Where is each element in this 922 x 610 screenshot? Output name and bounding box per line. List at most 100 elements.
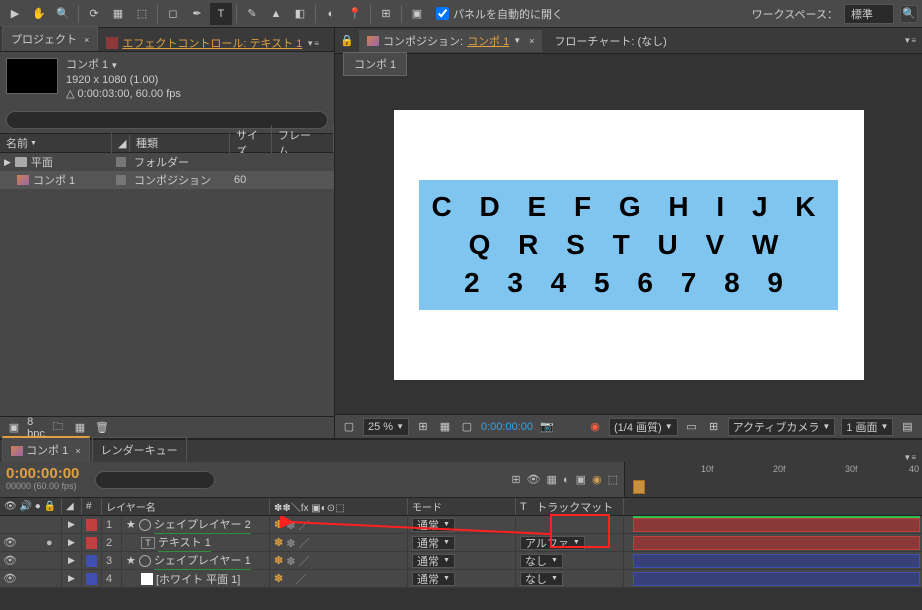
viewer-time[interactable]: 0:00:00:00 bbox=[481, 421, 533, 433]
layer-bar[interactable] bbox=[633, 518, 920, 532]
trackmatte-dropdown[interactable]: アルファ▼ bbox=[520, 536, 585, 550]
bpc-toggle[interactable]: 8 bpc bbox=[28, 421, 44, 435]
tab-project[interactable]: プロジェクト × bbox=[2, 26, 98, 51]
clone-tool-icon[interactable]: ▲ bbox=[265, 3, 287, 25]
auto-open-panel-checkbox[interactable]: パネルを自動的に開く bbox=[436, 6, 563, 22]
dropdown-arrow-icon[interactable]: ▼≡ bbox=[306, 39, 319, 48]
label-color[interactable] bbox=[86, 573, 97, 585]
trackmatte-dropdown[interactable]: なし▼ bbox=[520, 572, 563, 586]
tab-composition[interactable]: コンポジション: コンポ 1 ▼ × bbox=[359, 30, 542, 52]
always-preview-icon[interactable]: ▢ bbox=[341, 420, 357, 434]
panel-menu-icon[interactable]: ▼≡ bbox=[903, 36, 916, 45]
label-color[interactable] bbox=[86, 519, 97, 531]
close-icon[interactable]: × bbox=[84, 35, 89, 45]
graphed-icon[interactable]: ▣ bbox=[576, 473, 586, 486]
hand-tool-icon[interactable]: ✋ bbox=[28, 3, 50, 25]
trash-icon[interactable]: 🗑 bbox=[94, 421, 110, 435]
clipboard-icon[interactable]: ▣ bbox=[406, 3, 428, 25]
col-label[interactable]: ◢ bbox=[112, 135, 130, 152]
subtab-comp[interactable]: コンポ 1 bbox=[343, 52, 407, 76]
new-comp-icon[interactable]: ▦ bbox=[72, 421, 88, 435]
expand-icon[interactable]: ▶ bbox=[68, 573, 75, 584]
layer-bar[interactable] bbox=[633, 536, 920, 550]
trackmatte-dropdown[interactable]: なし▼ bbox=[520, 554, 563, 568]
project-item-comp[interactable]: コンポ 1 コンポジション 60 bbox=[0, 171, 334, 189]
av-switches[interactable]: 👁 bbox=[0, 552, 62, 569]
label-color[interactable] bbox=[86, 555, 97, 567]
av-switches[interactable]: 👁 bbox=[0, 570, 62, 587]
pen-tool-icon[interactable]: ✒ bbox=[186, 3, 208, 25]
rotobrush-tool-icon[interactable]: ◐ bbox=[320, 3, 342, 25]
visibility-icon[interactable]: 👁 bbox=[4, 555, 16, 567]
interpret-icon[interactable]: ▣ bbox=[6, 421, 22, 435]
local-axis-icon[interactable]: ⊞ bbox=[375, 3, 397, 25]
workspace-dropdown[interactable]: 標準 bbox=[844, 4, 894, 24]
layer-name[interactable]: シェイプレイヤー 2 bbox=[154, 516, 251, 534]
resolution-icon[interactable]: ⊞ bbox=[415, 420, 431, 434]
col-layer-name[interactable]: レイヤー名 bbox=[102, 498, 270, 515]
col-trackmatte[interactable]: T トラックマット bbox=[516, 498, 624, 515]
project-item-folder[interactable]: ▶平面 フォルダー bbox=[0, 153, 334, 171]
layer-name[interactable]: シェイプレイヤー 1 bbox=[154, 552, 251, 570]
layer-switches[interactable]: ✽ ✽ ／ bbox=[270, 516, 408, 533]
selection-tool-icon[interactable]: ▶ bbox=[4, 3, 26, 25]
close-icon[interactable]: × bbox=[75, 446, 80, 456]
visibility-icon[interactable]: 👁 bbox=[4, 537, 16, 549]
layer-bar[interactable] bbox=[633, 554, 920, 568]
auto-open-checkbox-input[interactable] bbox=[436, 7, 449, 20]
channel-icon[interactable]: ◉ bbox=[587, 420, 603, 434]
search-help-icon[interactable]: 🔍 bbox=[900, 5, 918, 23]
comp-name[interactable]: コンポ 1 bbox=[66, 58, 181, 73]
comp-link[interactable]: コンポ 1 bbox=[467, 33, 509, 49]
layer-bar[interactable] bbox=[633, 572, 920, 586]
snapshot-icon[interactable]: 📷 bbox=[539, 420, 555, 434]
new-folder-icon[interactable]: 🗀 bbox=[50, 421, 66, 435]
timeline-ruler[interactable]: 10f 20f 30f 40 bbox=[625, 462, 922, 497]
rotate-tool-icon[interactable]: ⟳ bbox=[83, 3, 105, 25]
quality-dropdown[interactable]: (1/4 画質)▼ bbox=[609, 418, 678, 436]
expand-icon[interactable]: ▶ bbox=[68, 537, 75, 548]
close-icon[interactable]: × bbox=[529, 36, 534, 46]
grid-icon[interactable]: ⊞ bbox=[706, 420, 722, 434]
dropdown-arrow-icon[interactable]: ▼ bbox=[513, 36, 521, 45]
mode-dropdown[interactable]: 通常▼ bbox=[412, 536, 455, 550]
mode-dropdown[interactable]: 通常▼ bbox=[412, 518, 455, 532]
brush-tool-icon[interactable]: ✎ bbox=[241, 3, 263, 25]
av-switches[interactable]: 👁● bbox=[0, 534, 62, 551]
tab-timeline-comp[interactable]: コンポ 1 × bbox=[2, 436, 90, 462]
col-name[interactable]: 名前▼ bbox=[0, 133, 112, 153]
motionblur-icon[interactable]: ◐ bbox=[563, 474, 570, 486]
shylayer-icon[interactable]: ⬚ bbox=[608, 473, 618, 486]
tab-render-queue[interactable]: レンダーキュー bbox=[92, 437, 187, 462]
mode-dropdown[interactable]: 通常▼ bbox=[412, 572, 455, 586]
col-mode[interactable]: モード bbox=[408, 498, 516, 515]
layer-name[interactable]: テキスト 1 bbox=[158, 534, 211, 552]
pixel-aspect-icon[interactable]: ▤ bbox=[899, 420, 915, 434]
layer-name[interactable]: [ホワイト 平面 1] bbox=[156, 571, 240, 587]
mask-icon[interactable]: ▢ bbox=[459, 420, 475, 434]
camera-tool-icon[interactable]: ▦ bbox=[107, 3, 129, 25]
hidelayers-icon[interactable]: 👁 bbox=[527, 473, 541, 486]
solo-icon[interactable]: ● bbox=[46, 537, 53, 549]
shape-tool-icon[interactable]: ◻ bbox=[162, 3, 184, 25]
label-color[interactable] bbox=[86, 537, 97, 549]
layer-switches[interactable]: ✽ ✽ ／ bbox=[270, 552, 408, 569]
current-time-indicator[interactable] bbox=[633, 480, 645, 494]
lock-icon[interactable]: 🔒 bbox=[339, 34, 355, 48]
tab-flowchart[interactable]: フローチャート: (なし) bbox=[546, 30, 674, 52]
panbehind-tool-icon[interactable]: ⬚ bbox=[131, 3, 153, 25]
timeline-timecode[interactable]: 0:00:00:00 00000 (60.00 fps) bbox=[6, 468, 79, 492]
transparency-icon[interactable]: ▦ bbox=[437, 420, 453, 434]
views-dropdown[interactable]: 1 画面▼ bbox=[841, 418, 893, 436]
zoom-dropdown[interactable]: 25 %▼ bbox=[363, 418, 409, 436]
expand-icon[interactable]: ▶ bbox=[68, 519, 75, 530]
timeline-tracks[interactable] bbox=[625, 516, 922, 588]
comp-thumbnail[interactable] bbox=[6, 58, 58, 94]
panel-menu-icon[interactable]: ▼≡ bbox=[903, 453, 916, 462]
composition-viewer[interactable]: C D E F G H I J K Q R S T U V W 2 3 4 5 … bbox=[335, 76, 922, 414]
draft3d-icon[interactable]: ⊞ bbox=[511, 473, 520, 486]
col-type[interactable]: 種類 bbox=[130, 133, 230, 153]
mode-dropdown[interactable]: 通常▼ bbox=[412, 554, 455, 568]
type-tool-icon[interactable]: T bbox=[210, 3, 232, 25]
camera-dropdown[interactable]: アクティブカメラ▼ bbox=[728, 418, 836, 436]
